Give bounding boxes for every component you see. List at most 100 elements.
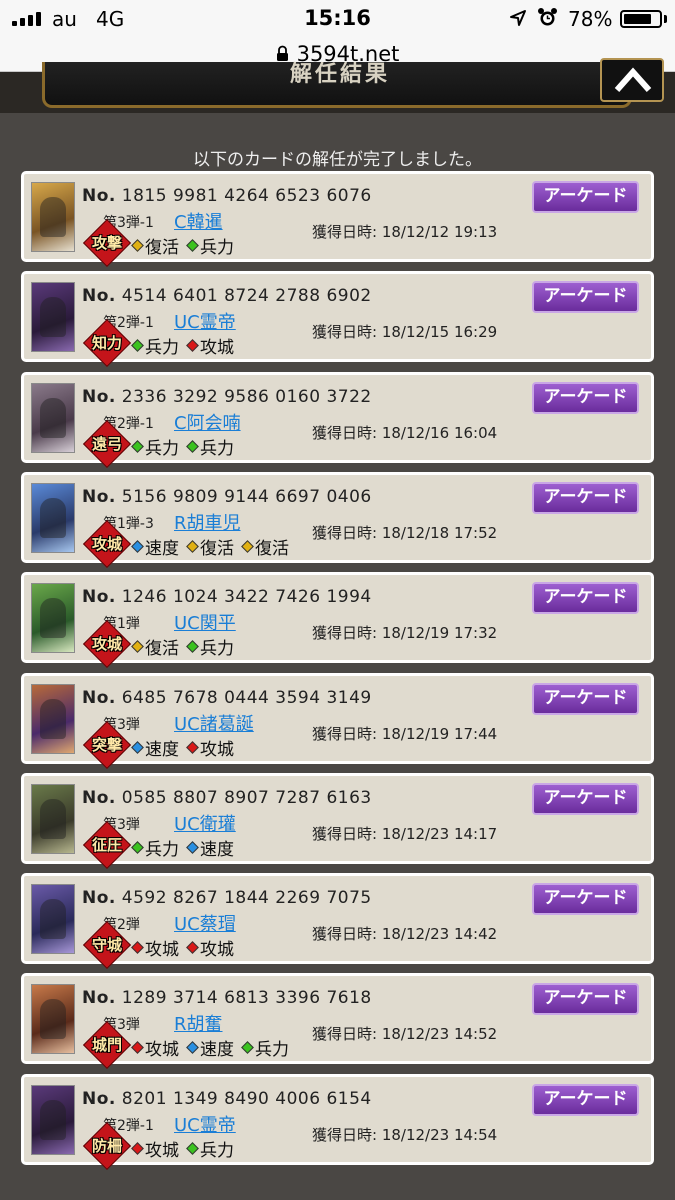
- arcade-button[interactable]: アーケード: [532, 381, 639, 414]
- ability-badge: 知力: [82, 318, 132, 368]
- skill-item: 速度: [131, 534, 179, 559]
- skill-name: 速度: [200, 1040, 234, 1061]
- skill-name: 速度: [145, 538, 179, 559]
- skill-name: 速度: [200, 839, 234, 860]
- skill-gem-icon: [186, 640, 199, 654]
- skill-list: 速度 復活 復活: [131, 534, 289, 559]
- card-number-value: 2336 3292 9586 0160 3722: [115, 386, 372, 407]
- skill-gem-icon: [186, 1041, 199, 1055]
- card-name-link[interactable]: R胡奮: [174, 1010, 223, 1036]
- skill-gem-icon: [131, 1141, 144, 1155]
- skill-list: 攻城 兵力: [131, 1136, 234, 1161]
- skill-gem-icon: [186, 540, 199, 553]
- skill-item: 兵力: [186, 434, 234, 459]
- card-name-link[interactable]: R胡車児: [174, 509, 241, 535]
- skill-name: 兵力: [145, 438, 179, 459]
- card-thumbnail[interactable]: [31, 583, 75, 654]
- card-number: No. 0585 8807 8907 7287 6163: [82, 788, 372, 808]
- skill-item: 復活: [186, 534, 234, 559]
- skill-gem-icon: [241, 540, 254, 553]
- battery-percentage: 78%: [568, 7, 613, 31]
- card-number-label: No.: [82, 386, 116, 407]
- card-name-link[interactable]: UC霊帝: [174, 1111, 236, 1137]
- card-thumbnail[interactable]: [31, 382, 75, 453]
- card-number-label: No.: [82, 888, 116, 909]
- card-number-label: No.: [82, 687, 116, 708]
- close-chevron-icon: [614, 67, 652, 92]
- skill-item: 速度: [186, 835, 234, 860]
- skill-list: 攻城 速度 兵力: [131, 1035, 289, 1061]
- card-thumbnail[interactable]: [31, 783, 75, 854]
- card-number-label: No.: [82, 186, 116, 206]
- skill-gem-icon: [241, 1041, 254, 1055]
- ability-label: 遠弓: [91, 434, 122, 453]
- skill-name: 攻城: [145, 1040, 179, 1061]
- skill-list: 兵力 速度: [131, 835, 234, 860]
- card-name-link[interactable]: UC霊帝: [174, 308, 236, 334]
- skill-name: 兵力: [200, 238, 234, 258]
- card-thumbnail[interactable]: [31, 482, 75, 553]
- arcade-button[interactable]: アーケード: [532, 782, 639, 815]
- skill-gem-icon: [131, 540, 144, 553]
- card-thumbnail[interactable]: [31, 683, 75, 754]
- arcade-button[interactable]: アーケード: [532, 181, 639, 213]
- skill-list: 攻城 攻城: [131, 935, 234, 961]
- card-name-link[interactable]: C阿会喃: [174, 409, 241, 435]
- content-area: 以下のカードの解任が完了しました。 No. 1815 9981 4264 652…: [0, 113, 675, 1200]
- arcade-button[interactable]: アーケード: [532, 682, 639, 715]
- skill-item: 兵力: [131, 333, 179, 358]
- skill-name: 復活: [200, 538, 234, 559]
- skill-list: 復活 兵力: [131, 233, 234, 258]
- arcade-button[interactable]: アーケード: [532, 481, 639, 514]
- card-name-link[interactable]: UC関平: [174, 609, 236, 635]
- acquired-date: 獲得日時: 18/12/23 14:52: [312, 1025, 498, 1044]
- skill-name: 兵力: [200, 639, 234, 660]
- card-row: No. 0585 8807 8907 7287 6163 第3弾 UC衛瓘 兵力 速度征…: [21, 772, 654, 869]
- acquired-date: 獲得日時: 18/12/19 17:32: [312, 624, 498, 643]
- skill-name: 攻城: [200, 338, 234, 359]
- acquired-date: 獲得日時: 18/12/15 16:29: [312, 323, 498, 342]
- ability-badge: 遠弓: [82, 419, 132, 469]
- card-thumbnail[interactable]: [31, 282, 75, 353]
- card-name-link[interactable]: C韓暹: [174, 208, 223, 234]
- card-number: No. 4592 8267 1844 2269 7075: [82, 888, 372, 908]
- card-thumbnail[interactable]: [31, 182, 75, 252]
- ability-badge: 攻撃: [82, 218, 132, 268]
- arcade-button[interactable]: アーケード: [532, 983, 639, 1016]
- skill-list: 兵力 兵力: [131, 434, 234, 459]
- card-number-value: 8201 1349 8490 4006 6154: [115, 1088, 372, 1109]
- card-thumbnail[interactable]: [31, 884, 75, 955]
- ability-label: 守城: [91, 936, 122, 955]
- ability-label: 防柵: [91, 1136, 122, 1155]
- skill-item: 兵力: [186, 233, 234, 258]
- skill-gem-icon: [186, 239, 199, 252]
- card-name-link[interactable]: UC諸葛誕: [174, 710, 254, 736]
- skill-item: 攻城: [131, 1136, 179, 1161]
- card-row: No. 8201 1349 8490 4006 6154 第2弾-1 UC霊帝 攻城兵…: [21, 1073, 654, 1170]
- skill-item: 攻城: [186, 935, 234, 960]
- arcade-button[interactable]: アーケード: [532, 1083, 639, 1116]
- card-number-value: 6485 7678 0444 3594 3149: [115, 687, 372, 708]
- card-number-label: No.: [82, 1088, 116, 1109]
- arcade-button[interactable]: アーケード: [532, 582, 639, 615]
- skill-gem-icon: [186, 439, 199, 453]
- card-row: No. 4514 6401 8724 2788 6902 第2弾-1 UC霊帝 兵力攻…: [21, 271, 654, 368]
- ability-label: 征圧: [91, 835, 122, 854]
- card-number: No. 1246 1024 3422 7426 1994: [82, 587, 372, 607]
- skill-item: 速度: [186, 1035, 234, 1061]
- arcade-button[interactable]: アーケード: [532, 281, 639, 314]
- card-thumbnail[interactable]: [31, 1084, 75, 1155]
- acquired-date: 獲得日時: 18/12/23 14:54: [312, 1125, 498, 1144]
- battery-icon: [620, 10, 662, 28]
- ability-badge: 城門: [82, 1020, 132, 1070]
- arcade-button[interactable]: アーケード: [532, 883, 639, 916]
- skill-item: 兵力: [131, 835, 179, 860]
- card-name-link[interactable]: UC蔡瑁: [174, 910, 236, 936]
- skill-name: 攻城: [145, 940, 179, 961]
- card-number-label: No.: [82, 988, 116, 1009]
- close-button[interactable]: [600, 58, 664, 102]
- card-number-value: 5156 9809 9144 6697 0406: [115, 486, 372, 507]
- card-name-link[interactable]: UC衛瓘: [174, 810, 236, 836]
- card-thumbnail[interactable]: [31, 984, 75, 1055]
- skill-gem-icon: [131, 439, 144, 453]
